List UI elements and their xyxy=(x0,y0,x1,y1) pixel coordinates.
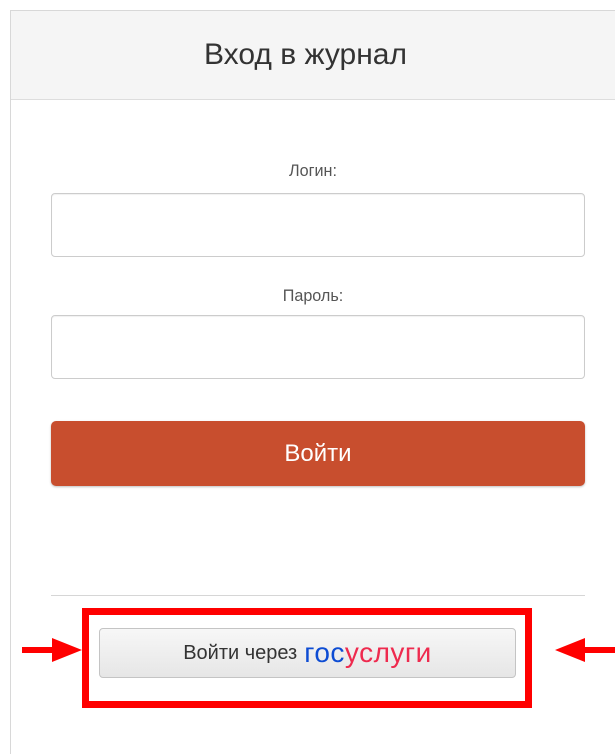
login-button[interactable]: Войти xyxy=(51,421,585,486)
password-input[interactable] xyxy=(51,315,585,379)
gosuslugi-login-button[interactable]: Войти через госуслуги xyxy=(99,628,516,678)
login-input[interactable] xyxy=(51,193,585,257)
gosuslugi-prefix-text: Войти через xyxy=(183,641,298,664)
arrow-right-icon xyxy=(22,638,82,662)
gosuslugi-logo: госуслуги xyxy=(304,639,432,667)
page-title: Вход в журнал xyxy=(204,38,407,71)
card-header: Вход в журнал xyxy=(11,11,615,100)
divider xyxy=(51,595,585,596)
arrow-left-icon xyxy=(555,638,615,662)
login-label: Логин: xyxy=(289,161,337,180)
gosuslugi-logo-part1: гос xyxy=(304,637,345,668)
gosuslugi-logo-part2: услуги xyxy=(344,637,432,668)
password-label: Пароль: xyxy=(282,286,344,305)
